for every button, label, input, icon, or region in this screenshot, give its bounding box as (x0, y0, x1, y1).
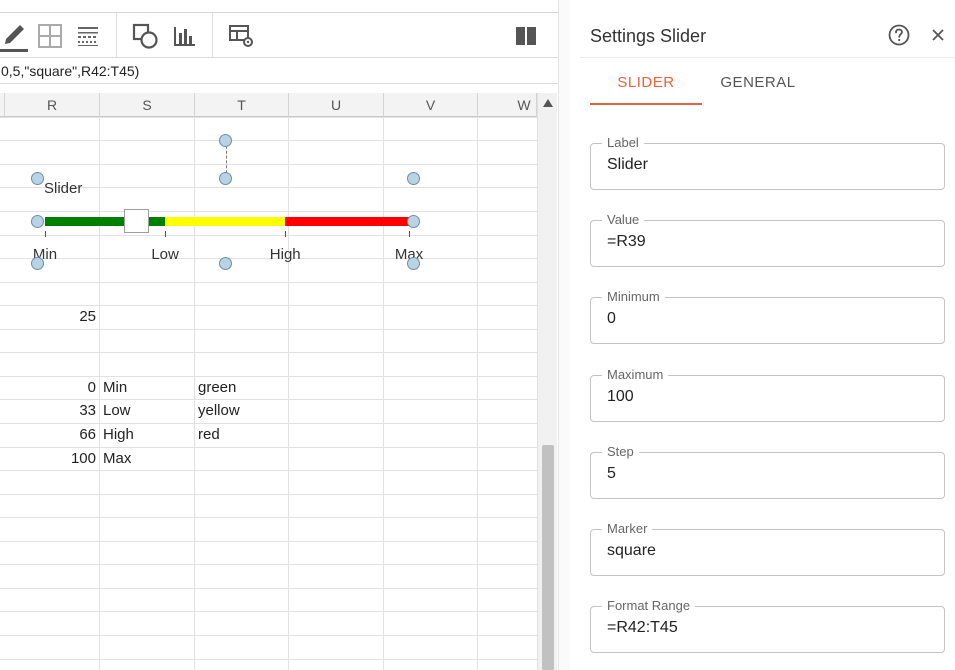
pencil-icon[interactable] (0, 19, 30, 53)
minimum-input[interactable] (607, 310, 927, 328)
slider-tick-min (45, 231, 46, 237)
vertical-scrollbar[interactable] (537, 93, 557, 670)
resize-handle-right[interactable] (407, 215, 420, 228)
column-header-t[interactable]: T (195, 93, 289, 117)
column-header-s[interactable]: S (100, 93, 195, 117)
toolbar-separator (212, 13, 213, 59)
maximum-input[interactable] (607, 388, 927, 406)
close-icon[interactable] (928, 25, 948, 45)
grid-row-line (0, 541, 537, 542)
value-input[interactable] (607, 233, 927, 251)
slider-widget[interactable]: Slider Min Low High Max (0, 117, 537, 277)
value-field[interactable]: Value (590, 212, 945, 267)
panel-toggle-icon[interactable] (510, 19, 542, 53)
bar-chart-icon[interactable] (170, 19, 198, 53)
cell-s-low-label[interactable]: Low (103, 399, 193, 423)
maximum-field-label: Maximum (602, 367, 669, 383)
label-field[interactable]: Label (590, 135, 945, 190)
grid-row-line (0, 588, 537, 589)
cell-t-high-color[interactable]: red (198, 423, 288, 447)
cell-r-max-value[interactable]: 100 (5, 447, 96, 471)
grid-row-line (0, 352, 537, 353)
value-field-label: Value (602, 212, 645, 228)
grid-icon[interactable] (36, 19, 64, 53)
spreadsheet-area: 0,5,"square",R42:T45) R S T U V W 25 0 M… (0, 0, 558, 670)
format-range-field-label: Format Range (602, 598, 696, 614)
step-input[interactable] (607, 465, 927, 483)
column-header-r[interactable]: R (5, 93, 100, 117)
panel-title: Settings Slider (590, 26, 707, 46)
slider-tick-high (285, 231, 287, 237)
slider-tick-label-high: High (269, 246, 301, 263)
rotate-handle[interactable] (219, 134, 232, 147)
scrollbar-thumb[interactable] (542, 445, 554, 670)
help-icon[interactable] (888, 24, 910, 46)
toolbar (0, 12, 558, 59)
slider-tick-label-low: Low (151, 246, 179, 263)
step-field[interactable]: Step (590, 444, 945, 499)
slider-title: Slider (44, 180, 83, 197)
tab-slider[interactable]: SLIDER (590, 74, 702, 104)
resize-handle-bottom-left[interactable] (31, 257, 44, 270)
slider-tick-max (409, 231, 410, 237)
grid-row-line (0, 329, 537, 330)
column-header-u[interactable]: U (289, 93, 384, 117)
label-input[interactable] (607, 156, 927, 174)
formula-bar[interactable]: 0,5,"square",R42:T45) (0, 58, 558, 84)
scroll-up-arrow-icon[interactable] (538, 93, 558, 113)
shapes-icon[interactable] (130, 19, 160, 53)
resize-handle-bottom-right[interactable] (407, 257, 420, 270)
cell-s-high-label[interactable]: High (103, 423, 193, 447)
format-range-field[interactable]: Format Range (590, 598, 945, 653)
marker-field[interactable]: Marker (590, 521, 945, 576)
borders-icon[interactable] (74, 19, 102, 53)
panel-divider[interactable] (558, 0, 570, 670)
cell-s-max-label[interactable]: Max (103, 447, 193, 471)
cell-r-low-value[interactable]: 33 (5, 399, 96, 423)
column-header-v[interactable]: V (384, 93, 478, 117)
column-header-w[interactable]: W (478, 93, 537, 117)
settings-panel: Settings Slider SLIDER GENERAL Label Val… (570, 0, 955, 670)
slider-tick-low (165, 231, 167, 237)
slider-segment-red (285, 217, 409, 226)
grid-row-line (0, 517, 537, 518)
panel-header-divider (580, 57, 955, 58)
resize-handle-left[interactable] (31, 215, 44, 228)
toolbar-separator (116, 13, 117, 59)
marker-field-label: Marker (602, 521, 653, 537)
grid-row-line (0, 635, 537, 636)
cell-t-low-color[interactable]: yellow (198, 399, 288, 423)
grid-row-line (0, 494, 537, 495)
cell-t-min-color[interactable]: green (198, 376, 288, 400)
resize-handle-top[interactable] (219, 172, 232, 185)
tab-general[interactable]: GENERAL (710, 74, 806, 104)
grid-row-line (0, 564, 537, 565)
grid-row-line (0, 659, 537, 660)
cell-r-value[interactable]: 25 (5, 305, 96, 329)
marker-input[interactable] (607, 542, 927, 560)
step-field-label: Step (602, 444, 639, 460)
resize-handle-bottom[interactable] (219, 257, 232, 270)
cell-r-high-value[interactable]: 66 (5, 423, 96, 447)
maximum-field[interactable]: Maximum (590, 367, 945, 422)
minimum-field-label: Minimum (602, 289, 665, 305)
cell-r-min-value[interactable]: 0 (5, 376, 96, 400)
slider-marker-square[interactable] (124, 209, 149, 233)
cell-s-min-label[interactable]: Min (103, 376, 193, 400)
table-settings-icon[interactable] (226, 19, 256, 53)
minimum-field[interactable]: Minimum (590, 289, 945, 344)
format-range-input[interactable] (607, 619, 927, 637)
grid-row-line (0, 611, 537, 612)
resize-handle-top-right[interactable] (407, 172, 420, 185)
grid-row-line (0, 282, 537, 283)
resize-handle-top-left[interactable] (31, 172, 44, 185)
active-tab-indicator (590, 103, 702, 105)
label-field-label: Label (602, 135, 644, 151)
slider-segment-yellow (165, 217, 286, 226)
